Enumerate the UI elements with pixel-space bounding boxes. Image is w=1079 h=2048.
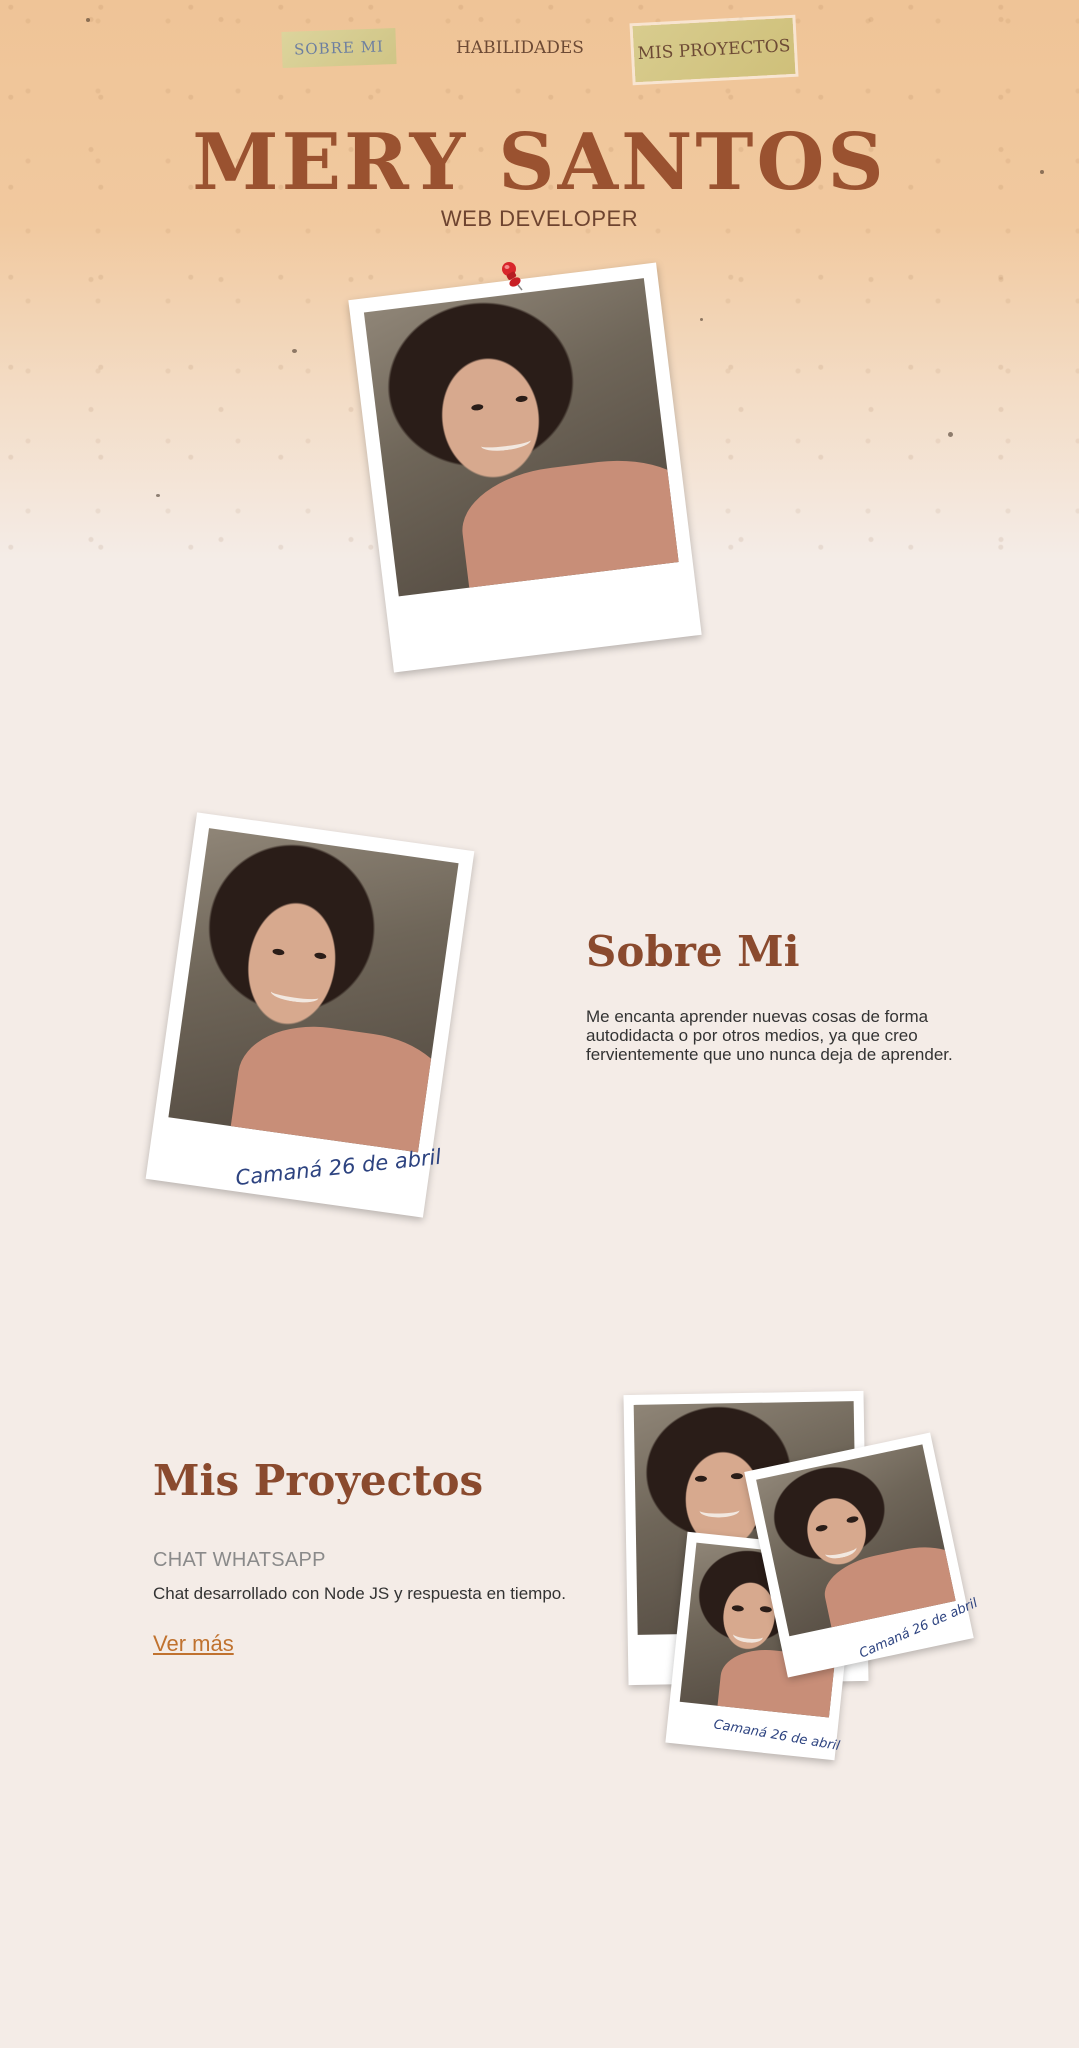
main-nav: SOBRE MI HABILIDADES MIS PROYECTOS [0,17,1079,83]
paper-speck [156,494,160,497]
hero-photo [363,278,679,597]
nav-item-mis-proyectos[interactable]: MIS PROYECTOS [632,17,796,83]
paper-speck [700,318,703,321]
project-name: CHAT WHATSAPP [153,1549,326,1571]
about-photo [168,828,459,1153]
nav-item-habilidades[interactable]: HABILIDADES [450,30,590,66]
about-photo-caption: Camaná 26 de abril [234,1144,443,1191]
about-title: Sobre Mi [586,927,800,976]
project-photo [756,1444,956,1637]
project-photo-caption: Camaná 26 de abril [712,1717,841,1755]
projects-title: Mis Proyectos [153,1456,484,1505]
nav-item-sobre-mi[interactable]: SOBRE MI [281,28,397,68]
pushpin-icon [502,262,523,291]
ver-mas-link[interactable]: Ver más [153,1631,234,1657]
about-text: Me encanta aprender nuevas cosas de form… [586,1007,953,1064]
hero-role: WEB DEVELOPER [440,206,639,231]
paper-speck [948,432,953,437]
hero-name: MERY SANTOS [192,117,887,208]
hero-polaroid [348,262,702,673]
about-polaroid: Camaná 26 de abril [145,812,475,1218]
project-description: Chat desarrollado con Node JS y respuest… [153,1584,566,1603]
paper-speck [292,349,297,353]
